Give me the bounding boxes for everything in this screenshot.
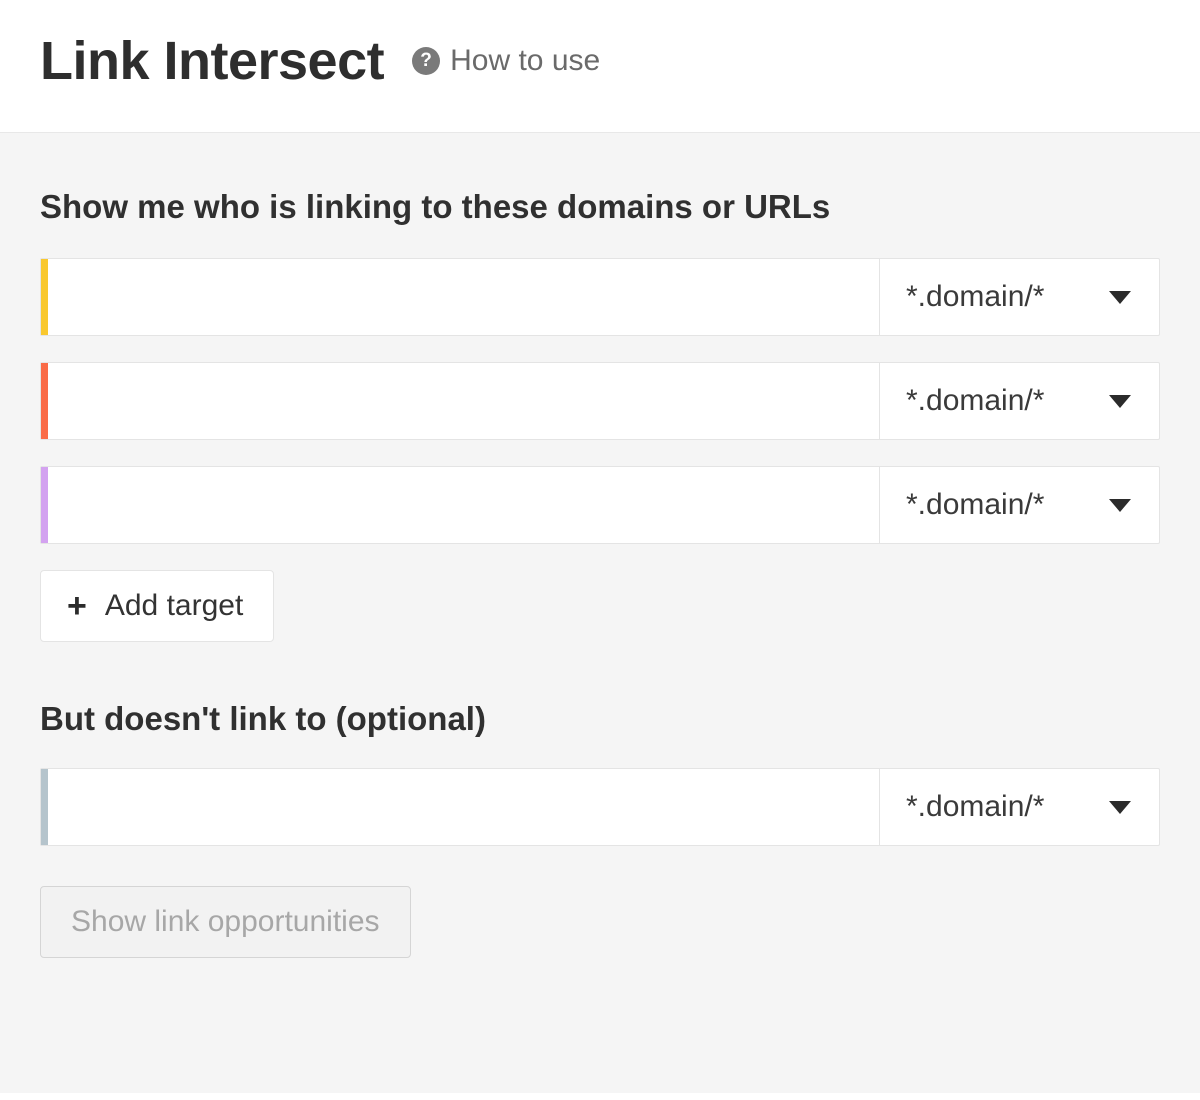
page-header: Link Intersect ? How to use [0, 0, 1200, 133]
target-mode-label: *.domain/* [906, 488, 1044, 522]
add-target-button[interactable]: + Add target [40, 570, 274, 642]
exclude-row: *.domain/* [40, 768, 1160, 846]
target-color-stripe [41, 363, 48, 439]
page-title: Link Intersect [40, 30, 384, 92]
main-form: Show me who is linking to these domains … [0, 133, 1200, 1093]
target-color-stripe [41, 259, 48, 335]
how-to-use-link[interactable]: ? How to use [412, 44, 600, 78]
targets-section-label: Show me who is linking to these domains … [40, 188, 1160, 226]
exclude-mode-select[interactable]: *.domain/* [879, 769, 1159, 845]
target-mode-select[interactable]: *.domain/* [879, 467, 1159, 543]
how-to-use-label: How to use [450, 44, 600, 78]
target-url-input[interactable] [48, 467, 879, 543]
target-mode-select[interactable]: *.domain/* [879, 363, 1159, 439]
exclude-url-input[interactable] [48, 769, 879, 845]
chevron-down-icon [1109, 395, 1131, 408]
target-url-input[interactable] [48, 259, 879, 335]
chevron-down-icon [1109, 801, 1131, 814]
target-mode-label: *.domain/* [906, 384, 1044, 418]
submit-label: Show link opportunities [71, 905, 380, 939]
target-row: *.domain/* [40, 362, 1160, 440]
exclude-color-stripe [41, 769, 48, 845]
target-row: *.domain/* [40, 466, 1160, 544]
target-url-input[interactable] [48, 363, 879, 439]
target-mode-select[interactable]: *.domain/* [879, 259, 1159, 335]
target-color-stripe [41, 467, 48, 543]
chevron-down-icon [1109, 499, 1131, 512]
exclude-mode-label: *.domain/* [906, 790, 1044, 824]
target-row: *.domain/* [40, 258, 1160, 336]
show-link-opportunities-button[interactable]: Show link opportunities [40, 886, 411, 958]
plus-icon: + [67, 589, 87, 623]
help-icon: ? [412, 47, 440, 75]
add-target-label: Add target [105, 589, 243, 623]
chevron-down-icon [1109, 291, 1131, 304]
target-mode-label: *.domain/* [906, 280, 1044, 314]
exclude-section-label: But doesn't link to (optional) [40, 700, 1160, 738]
